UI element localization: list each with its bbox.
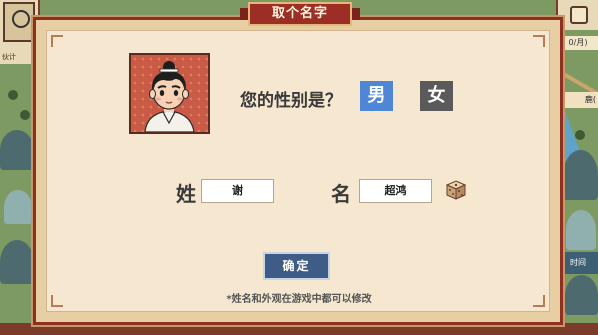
character-face-icon	[144, 61, 195, 132]
character-portrait[interactable]	[129, 53, 210, 134]
female-button[interactable]: 女	[420, 81, 453, 111]
dice-icon[interactable]	[446, 180, 466, 200]
time-button[interactable]: 时间	[558, 252, 598, 274]
hud-left-tag: 伙计	[2, 53, 16, 61]
player-avatar[interactable]	[3, 2, 35, 42]
map-location-label: 鹿(	[558, 92, 598, 108]
surname-input[interactable]: 谢	[201, 179, 274, 203]
male-button[interactable]: 男	[360, 81, 393, 111]
dialog-title: 取个名字	[240, 2, 360, 26]
given-name-label: 名	[331, 182, 351, 206]
gender-question: 您的性别是？	[240, 91, 342, 111]
footnote-text: *姓名和外观在游戏中都可以修改	[226, 294, 372, 305]
surname-label: 姓	[176, 182, 196, 206]
date-display: 0/月)	[558, 36, 598, 50]
given-name-input[interactable]: 超鸿	[359, 179, 432, 203]
confirm-button[interactable]: 确定	[263, 252, 330, 280]
